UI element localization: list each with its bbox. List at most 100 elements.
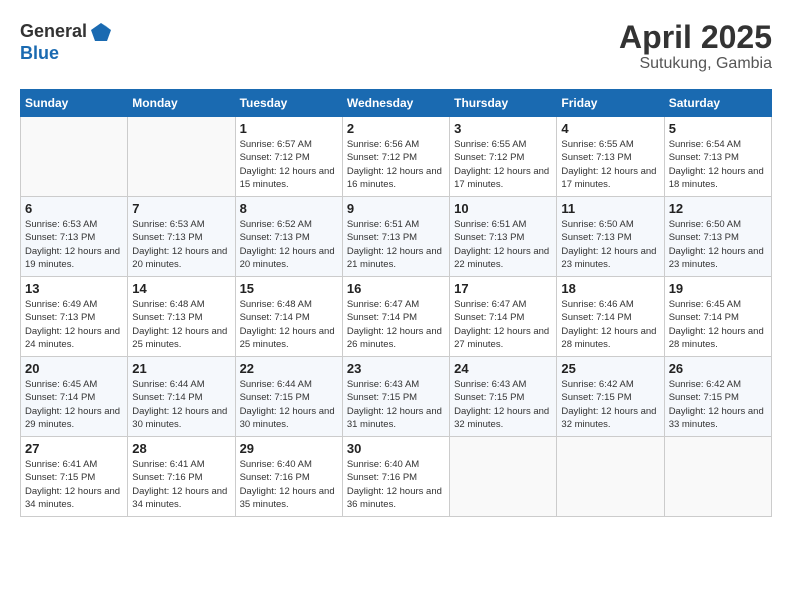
day-info: Sunrise: 6:51 AM Sunset: 7:13 PM Dayligh… — [347, 218, 445, 271]
day-cell — [450, 437, 557, 517]
logo-text-general: General — [20, 22, 87, 42]
day-cell — [557, 437, 664, 517]
day-number: 2 — [347, 121, 445, 136]
day-number: 19 — [669, 281, 767, 296]
day-number: 3 — [454, 121, 552, 136]
day-number: 17 — [454, 281, 552, 296]
week-row-3: 13Sunrise: 6:49 AM Sunset: 7:13 PM Dayli… — [21, 277, 772, 357]
day-cell: 11 Sunrise: 6:50 AM Sunset: 7:13 PM Dayli… — [557, 197, 664, 277]
logo: General Blue — [20, 20, 113, 64]
day-cell: 22Sunrise: 6:44 AM Sunset: 7:15 PM Dayli… — [235, 357, 342, 437]
day-number: 7 — [132, 201, 230, 216]
day-number: 29 — [240, 441, 338, 456]
day-info: Sunrise: 6:40 AM Sunset: 7:16 PM Dayligh… — [240, 458, 338, 511]
day-number: 20 — [25, 361, 123, 376]
day-cell: 4 Sunrise: 6:55 AM Sunset: 7:13 PM Daylig… — [557, 117, 664, 197]
day-info: Sunrise: 6:48 AM Sunset: 7:13 PM Dayligh… — [132, 298, 230, 351]
day-cell: 24Sunrise: 6:43 AM Sunset: 7:15 PM Dayli… — [450, 357, 557, 437]
header-cell-monday: Monday — [128, 90, 235, 117]
day-info: Sunrise: 6:55 AM Sunset: 7:12 PM Dayligh… — [454, 138, 552, 191]
day-cell — [21, 117, 128, 197]
day-info: Sunrise: 6:50 AM Sunset: 7:13 PM Dayligh… — [561, 218, 659, 271]
day-info: Sunrise: 6:42 AM Sunset: 7:15 PM Dayligh… — [669, 378, 767, 431]
day-cell: 2 Sunrise: 6:56 AM Sunset: 7:12 PM Daylig… — [342, 117, 449, 197]
header-cell-sunday: Sunday — [21, 90, 128, 117]
day-number: 28 — [132, 441, 230, 456]
week-row-4: 20 Sunrise: 6:45 AM Sunset: 7:14 PM Dayli… — [21, 357, 772, 437]
day-info: Sunrise: 6:51 AM Sunset: 7:13 PM Dayligh… — [454, 218, 552, 271]
day-number: 23 — [347, 361, 445, 376]
day-info: Sunrise: 6:43 AM Sunset: 7:15 PM Dayligh… — [347, 378, 445, 431]
day-cell: 18Sunrise: 6:46 AM Sunset: 7:14 PM Dayli… — [557, 277, 664, 357]
day-info: Sunrise: 6:45 AM Sunset: 7:14 PM Dayligh… — [669, 298, 767, 351]
day-info: Sunrise: 6:44 AM Sunset: 7:15 PM Dayligh… — [240, 378, 338, 431]
day-number: 13 — [25, 281, 123, 296]
day-info: Sunrise: 6:42 AM Sunset: 7:15 PM Dayligh… — [561, 378, 659, 431]
title-area: April 2025 Sutukung, Gambia — [619, 20, 772, 73]
day-info: Sunrise: 6:54 AM Sunset: 7:13 PM Dayligh… — [669, 138, 767, 191]
day-number: 16 — [347, 281, 445, 296]
day-info: Sunrise: 6:44 AM Sunset: 7:14 PM Dayligh… — [132, 378, 230, 431]
location-title: Sutukung, Gambia — [619, 55, 772, 73]
calendar-table: SundayMondayTuesdayWednesdayThursdayFrid… — [20, 89, 772, 517]
day-cell: 8Sunrise: 6:52 AM Sunset: 7:13 PM Daylig… — [235, 197, 342, 277]
day-cell — [128, 117, 235, 197]
day-cell: 10 Sunrise: 6:51 AM Sunset: 7:13 PM Dayli… — [450, 197, 557, 277]
logo-icon — [89, 20, 113, 44]
day-number: 14 — [132, 281, 230, 296]
day-cell: 6Sunrise: 6:53 AM Sunset: 7:13 PM Daylig… — [21, 197, 128, 277]
day-number: 4 — [561, 121, 659, 136]
day-cell: 17 Sunrise: 6:47 AM Sunset: 7:14 PM Dayli… — [450, 277, 557, 357]
day-cell: 5 Sunrise: 6:54 AM Sunset: 7:13 PM Daylig… — [664, 117, 771, 197]
day-info: Sunrise: 6:45 AM Sunset: 7:14 PM Dayligh… — [25, 378, 123, 431]
day-info: Sunrise: 6:43 AM Sunset: 7:15 PM Dayligh… — [454, 378, 552, 431]
week-row-1: 1 Sunrise: 6:57 AM Sunset: 7:12 PM Daylig… — [21, 117, 772, 197]
day-cell — [664, 437, 771, 517]
day-cell: 26 Sunrise: 6:42 AM Sunset: 7:15 PM Dayli… — [664, 357, 771, 437]
day-info: Sunrise: 6:53 AM Sunset: 7:13 PM Dayligh… — [132, 218, 230, 271]
day-cell: 27 Sunrise: 6:41 AM Sunset: 7:15 PM Dayli… — [21, 437, 128, 517]
week-row-2: 6 Sunrise: 6:53 AM Sunset: 7:13 PM Daylig… — [21, 197, 772, 277]
day-number: 26 — [669, 361, 767, 376]
day-info: Sunrise: 6:48 AM Sunset: 7:14 PM Dayligh… — [240, 298, 338, 351]
day-cell: 29 Sunrise: 6:40 AM Sunset: 7:16 PM Dayli… — [235, 437, 342, 517]
day-info: Sunrise: 6:55 AM Sunset: 7:13 PM Dayligh… — [561, 138, 659, 191]
day-cell: 25 Sunrise: 6:42 AM Sunset: 7:15 PM Dayli… — [557, 357, 664, 437]
day-number: 9 — [347, 201, 445, 216]
day-number: 21 — [132, 361, 230, 376]
day-cell: 21 Sunrise: 6:44 AM Sunset: 7:14 PM Dayli… — [128, 357, 235, 437]
day-cell: 14 Sunrise: 6:48 AM Sunset: 7:13 PM Dayli… — [128, 277, 235, 357]
day-number: 27 — [25, 441, 123, 456]
day-info: Sunrise: 6:50 AM Sunset: 7:13 PM Dayligh… — [669, 218, 767, 271]
day-info: Sunrise: 6:41 AM Sunset: 7:15 PM Dayligh… — [25, 458, 123, 511]
day-cell: 20 Sunrise: 6:45 AM Sunset: 7:14 PM Dayli… — [21, 357, 128, 437]
day-number: 25 — [561, 361, 659, 376]
day-number: 11 — [561, 201, 659, 216]
day-info: Sunrise: 6:57 AM Sunset: 7:12 PM Dayligh… — [240, 138, 338, 191]
day-cell: 23 Sunrise: 6:43 AM Sunset: 7:15 PM Dayli… — [342, 357, 449, 437]
day-info: Sunrise: 6:46 AM Sunset: 7:14 PM Dayligh… — [561, 298, 659, 351]
day-info: Sunrise: 6:47 AM Sunset: 7:14 PM Dayligh… — [347, 298, 445, 351]
day-cell: 7 Sunrise: 6:53 AM Sunset: 7:13 PM Daylig… — [128, 197, 235, 277]
day-info: Sunrise: 6:40 AM Sunset: 7:16 PM Dayligh… — [347, 458, 445, 511]
day-number: 8 — [240, 201, 338, 216]
day-number: 1 — [240, 121, 338, 136]
day-number: 10 — [454, 201, 552, 216]
header-row: SundayMondayTuesdayWednesdayThursdayFrid… — [21, 90, 772, 117]
day-cell: 15Sunrise: 6:48 AM Sunset: 7:14 PM Dayli… — [235, 277, 342, 357]
header-cell-wednesday: Wednesday — [342, 90, 449, 117]
day-cell: 3 Sunrise: 6:55 AM Sunset: 7:12 PM Daylig… — [450, 117, 557, 197]
day-cell: 9 Sunrise: 6:51 AM Sunset: 7:13 PM Daylig… — [342, 197, 449, 277]
page-header: General Blue April 2025 Sutukung, Gambia — [20, 20, 772, 73]
day-cell: 1 Sunrise: 6:57 AM Sunset: 7:12 PM Daylig… — [235, 117, 342, 197]
day-number: 5 — [669, 121, 767, 136]
day-cell: 13Sunrise: 6:49 AM Sunset: 7:13 PM Dayli… — [21, 277, 128, 357]
header-cell-thursday: Thursday — [450, 90, 557, 117]
day-info: Sunrise: 6:47 AM Sunset: 7:14 PM Dayligh… — [454, 298, 552, 351]
day-cell: 28Sunrise: 6:41 AM Sunset: 7:16 PM Dayli… — [128, 437, 235, 517]
day-info: Sunrise: 6:56 AM Sunset: 7:12 PM Dayligh… — [347, 138, 445, 191]
day-cell: 12Sunrise: 6:50 AM Sunset: 7:13 PM Dayli… — [664, 197, 771, 277]
header-cell-saturday: Saturday — [664, 90, 771, 117]
logo-text-blue: Blue — [20, 43, 59, 63]
day-number: 6 — [25, 201, 123, 216]
